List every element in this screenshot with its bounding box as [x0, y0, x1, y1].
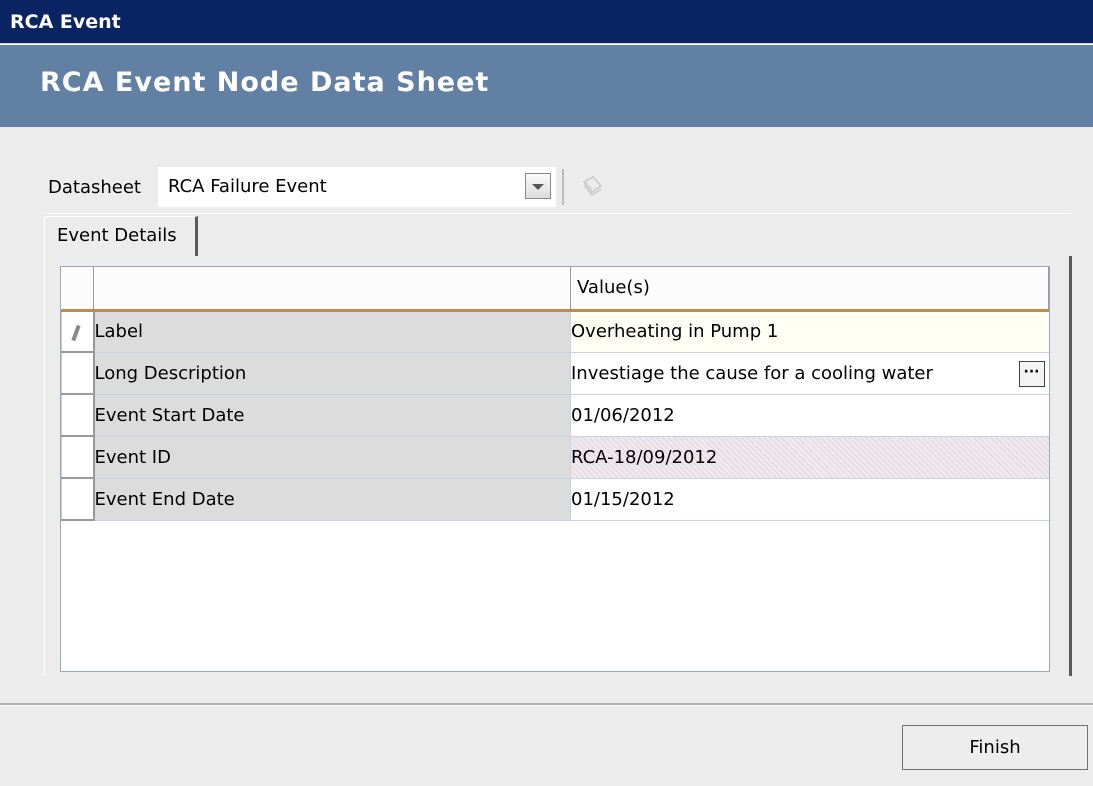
table-row[interactable]: Event ID RCA-18/09/2012	[61, 436, 1049, 479]
field-value-readonly: RCA-18/09/2012	[570, 436, 1049, 479]
table-row[interactable]: Event End Date 01/15/2012	[61, 478, 1049, 521]
field-value-input[interactable]: 01/15/2012	[570, 478, 1049, 521]
grid-header-row: Value(s)	[61, 267, 1049, 312]
row-selector[interactable]	[61, 436, 95, 479]
field-name: Long Description	[93, 352, 571, 395]
field-name: Label	[93, 310, 571, 353]
finish-button[interactable]: Finish	[902, 725, 1088, 770]
property-grid: Value(s) Label Overheating in Pump 1 Lon…	[60, 266, 1050, 672]
ellipsis-icon[interactable]: ···	[1018, 360, 1045, 387]
grid-header-name	[93, 267, 571, 312]
chevron-down-icon[interactable]	[525, 173, 551, 199]
datasheet-selected-value: RCA Failure Event	[168, 176, 327, 197]
window-title: RCA Event	[0, 0, 1093, 44]
toolbar-separator	[562, 169, 564, 205]
page-title: RCA Event Node Data Sheet	[40, 67, 490, 98]
tab-strip-line	[44, 213, 1070, 214]
field-name: Event ID	[93, 436, 571, 479]
field-value-cell[interactable]: Investiage the cause for a cooling water…	[570, 352, 1049, 395]
field-value-text: Investiage the cause for a cooling water	[571, 362, 933, 384]
datasheet-select[interactable]: RCA Failure Event	[158, 167, 556, 207]
tab-event-details[interactable]: Event Details	[44, 216, 198, 256]
field-name: Event End Date	[93, 478, 571, 521]
header-banner: RCA Event Node Data Sheet	[0, 45, 1093, 127]
pencil-icon	[71, 324, 81, 341]
document-icon[interactable]	[578, 173, 606, 201]
row-selector[interactable]	[61, 394, 95, 437]
grid-header-corner	[61, 267, 94, 312]
field-name: Event Start Date	[93, 394, 571, 437]
table-row[interactable]: Event Start Date 01/06/2012	[61, 394, 1049, 437]
row-selector[interactable]	[61, 352, 95, 395]
row-selector[interactable]	[61, 310, 95, 353]
row-selector[interactable]	[61, 478, 95, 521]
table-row[interactable]: Label Overheating in Pump 1	[61, 310, 1049, 353]
field-value-input[interactable]: Overheating in Pump 1	[570, 310, 1049, 353]
table-row[interactable]: Long Description Investiage the cause fo…	[61, 352, 1049, 395]
datasheet-label: Datasheet	[48, 177, 141, 198]
grid-header-value: Value(s)	[570, 267, 1049, 312]
field-value-input[interactable]: 01/06/2012	[570, 394, 1049, 437]
